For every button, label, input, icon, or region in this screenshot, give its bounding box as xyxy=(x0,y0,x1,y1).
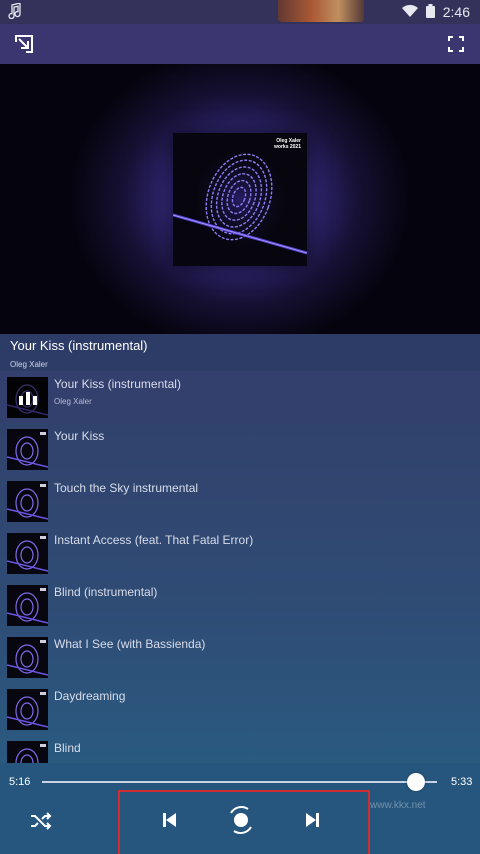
track-thumbnail xyxy=(7,585,48,626)
highlight-box xyxy=(118,790,370,854)
fullscreen-icon[interactable] xyxy=(444,32,468,56)
playlist-item[interactable]: Your Kiss xyxy=(0,423,480,475)
fingerprint-artwork xyxy=(172,133,308,266)
track-title: Touch the Sky instrumental xyxy=(54,481,199,495)
playlist[interactable]: Your Kiss (instrumental) Oleg Xaler Your… xyxy=(0,371,480,763)
status-bar: 2:46 xyxy=(0,0,480,24)
elapsed-time: 5:16 xyxy=(9,776,31,788)
equalizer-icon xyxy=(7,377,48,418)
track-title: Instant Access (feat. That Fatal Error) xyxy=(54,533,254,547)
playlist-item[interactable]: Instant Access (feat. That Fatal Error) xyxy=(0,527,480,579)
top-bar xyxy=(0,24,480,64)
album-cover: Oleg Xaler works 2021 xyxy=(172,133,308,266)
cover-label-album: works 2021 xyxy=(274,144,301,150)
track-thumbnail xyxy=(7,689,48,730)
playlist-item[interactable]: Your Kiss (instrumental) Oleg Xaler xyxy=(0,371,480,423)
music-note-icon xyxy=(8,1,22,22)
now-playing-artist: Oleg Xaler xyxy=(10,360,48,369)
seek-bar[interactable] xyxy=(42,781,437,783)
track-thumbnail xyxy=(7,533,48,574)
track-thumbnail xyxy=(7,637,48,678)
artwork-area: Oleg Xaler works 2021 xyxy=(0,64,480,334)
cover-label: Oleg Xaler works 2021 xyxy=(274,138,301,150)
playlist-item[interactable]: Blind xyxy=(0,735,480,763)
track-title: Daydreaming xyxy=(54,689,126,703)
wifi-icon xyxy=(401,4,418,20)
watermark: www.kkx.net xyxy=(370,800,426,811)
track-thumbnail xyxy=(7,377,48,418)
battery-icon xyxy=(425,3,435,21)
track-thumbnail xyxy=(7,481,48,522)
notification-thumbnail xyxy=(278,0,364,22)
track-title: Blind xyxy=(54,741,81,755)
track-title: Your Kiss xyxy=(54,429,105,443)
playlist-item[interactable]: What I See (with Bassienda) xyxy=(0,631,480,683)
track-thumbnail xyxy=(7,429,48,470)
total-duration: 5:33 xyxy=(451,776,473,788)
clock: 2:46 xyxy=(442,4,470,20)
minimize-arrow-icon[interactable] xyxy=(12,32,36,56)
track-thumbnail xyxy=(7,741,48,763)
track-title: What I See (with Bassienda) xyxy=(54,637,206,651)
playlist-item[interactable]: Touch the Sky instrumental xyxy=(0,475,480,527)
now-playing-title: Your Kiss (instrumental) xyxy=(10,338,148,353)
playlist-item[interactable]: Daydreaming xyxy=(0,683,480,735)
track-title: Your Kiss (instrumental) xyxy=(54,377,181,391)
track-artist: Oleg Xaler xyxy=(54,397,92,406)
track-title: Blind (instrumental) xyxy=(54,585,158,599)
shuffle-icon[interactable] xyxy=(29,809,53,833)
playlist-item[interactable]: Blind (instrumental) xyxy=(0,579,480,631)
